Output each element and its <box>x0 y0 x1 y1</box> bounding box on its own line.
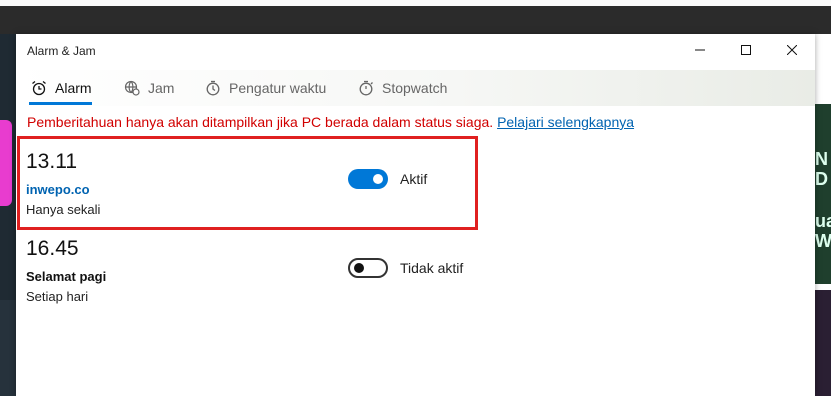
window-title: Alarm & Jam <box>27 44 96 58</box>
maximize-button[interactable] <box>723 34 769 66</box>
background-right-green-panel <box>815 104 831 284</box>
standby-notice: Pemberitahuan hanya akan ditampilkan jik… <box>27 114 634 130</box>
stopwatch-icon <box>359 80 373 96</box>
timer-icon <box>206 80 220 96</box>
active-tab-indicator <box>29 102 92 105</box>
background-left-pink-shape <box>0 120 12 206</box>
learn-more-link[interactable]: Pelajari selengkapnya <box>497 114 634 130</box>
tab-alarm[interactable]: Alarm <box>31 70 92 106</box>
tab-stopwatch[interactable]: Stopwatch <box>358 70 447 106</box>
tab-jam[interactable]: Jam <box>124 70 174 106</box>
alarms-clock-window: Alarm & Jam Alarm Jam Pengatur waktu Sto… <box>16 34 815 396</box>
toggle-knob <box>354 263 364 273</box>
alarm-item[interactable]: 16.45 Selamat pagi Setiap hari Tidak akt… <box>26 237 466 317</box>
tab-label: Pengatur waktu <box>229 80 327 96</box>
minimize-icon <box>695 49 705 51</box>
tab-label: Alarm <box>55 80 92 96</box>
background-top-edge <box>0 0 831 6</box>
background-glyph: ua <box>815 211 831 231</box>
background-left-dark-panel <box>0 300 16 396</box>
tab-label: Stopwatch <box>382 80 448 96</box>
background-glyph: Wh <box>815 231 831 251</box>
minimize-button[interactable] <box>677 34 723 66</box>
annotation-highlight-box <box>17 136 478 230</box>
tab-pengatur-waktu[interactable]: Pengatur waktu <box>205 70 326 106</box>
alarm-repeat: Setiap hari <box>26 289 89 304</box>
alarm-time: 16.45 <box>26 237 79 260</box>
alarm-toggle[interactable] <box>348 258 388 278</box>
alarm-name: Selamat pagi <box>26 269 107 284</box>
tab-label: Jam <box>148 80 175 96</box>
notice-text: Pemberitahuan hanya akan ditampilkan jik… <box>27 114 494 130</box>
background-glyph: N <box>815 149 828 169</box>
close-icon <box>787 45 797 55</box>
alarm-clock-icon <box>32 80 46 96</box>
close-button[interactable] <box>769 34 815 66</box>
maximize-icon <box>741 45 751 55</box>
background-glyph: D <box>815 169 828 189</box>
background-right-purple-panel <box>815 290 831 396</box>
alarm-status-label: Tidak aktif <box>400 260 464 276</box>
title-bar[interactable]: Alarm & Jam <box>16 34 815 66</box>
tab-bar: Alarm Jam Pengatur waktu Stopwatch <box>16 70 815 106</box>
world-clock-icon <box>124 80 140 96</box>
